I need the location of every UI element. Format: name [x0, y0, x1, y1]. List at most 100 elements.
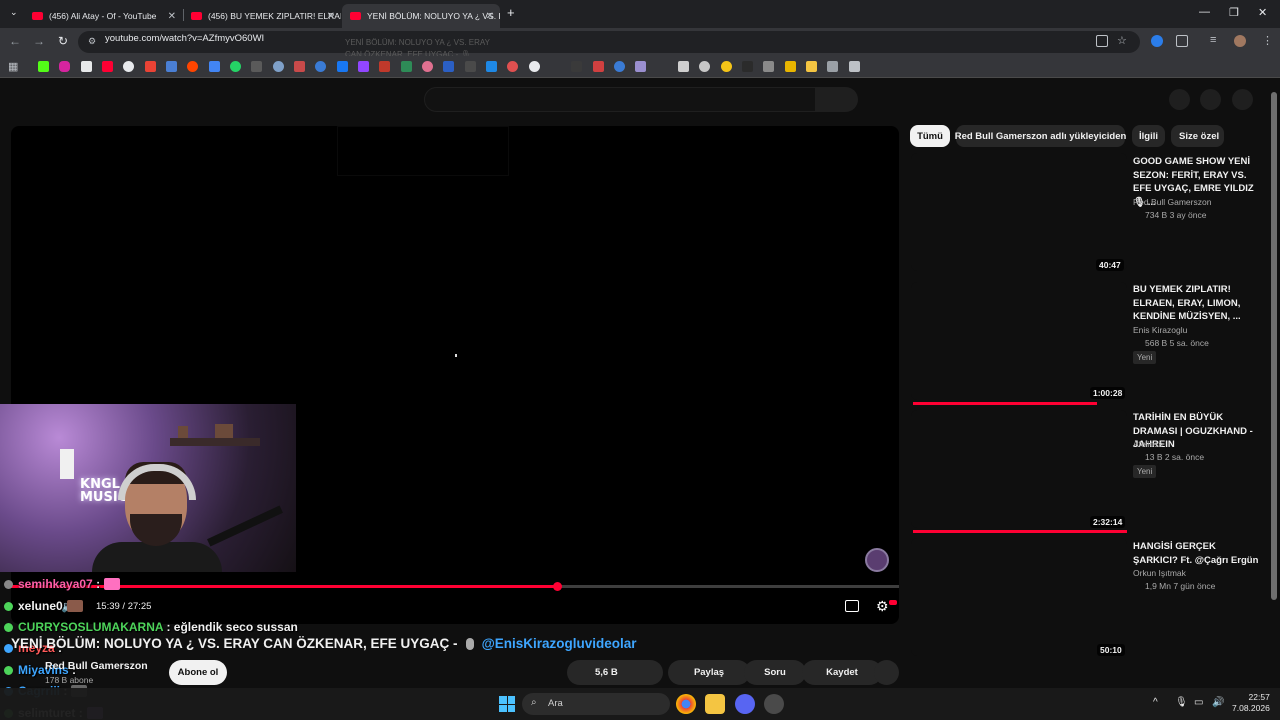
bookmark-google-icon[interactable]: [123, 61, 134, 72]
bookmark-s-icon[interactable]: [251, 61, 262, 72]
subtitles-icon[interactable]: [845, 600, 859, 612]
minimize-icon[interactable]: —: [1199, 6, 1210, 18]
back-arrow-icon[interactable]: ←: [9, 34, 21, 48]
cast-icon[interactable]: [1096, 35, 1108, 47]
create-button[interactable]: [1169, 89, 1190, 110]
more-actions-button[interactable]: [874, 660, 899, 685]
channel-watermark-logo[interactable]: [865, 548, 889, 572]
settings-gear-icon[interactable]: ⚙: [876, 598, 889, 615]
bookmark-instagram-icon[interactable]: [59, 61, 70, 72]
chip-all[interactable]: Tümü: [910, 125, 950, 147]
bookmark-chart-icon[interactable]: [593, 61, 604, 72]
chip-related[interactable]: İlgili: [1132, 125, 1165, 147]
bookmark-x-icon[interactable]: [81, 61, 92, 72]
bookmark-star-icon[interactable]: ☆: [1117, 34, 1127, 47]
profile-avatar[interactable]: [1234, 35, 1246, 47]
windows-start-icon[interactable]: [499, 696, 515, 712]
bookmark-yellow-icon[interactable]: [721, 61, 732, 72]
bookmark-globe-icon[interactable]: [273, 61, 284, 72]
related-video-title[interactable]: HANGİSİ GERÇEK ŞARKICI? Ft. @Çağrı Ergün: [1133, 540, 1263, 567]
like-button[interactable]: 5,6 B: [567, 660, 663, 685]
bookmark-twitch-icon[interactable]: [358, 61, 369, 72]
related-video-channel[interactable]: Afelioss: [1133, 439, 1163, 449]
mention-link[interactable]: @EnisKirazogluvideolar: [482, 636, 637, 651]
tab-search-chevron-icon[interactable]: ⌄: [10, 7, 18, 18]
bookmark-screen-icon[interactable]: [486, 61, 497, 72]
bookmark-kick-icon[interactable]: [38, 61, 49, 72]
bookmark-chess-icon[interactable]: [529, 61, 540, 72]
bookmark-b-icon[interactable]: [443, 61, 454, 72]
bookmark-green-icon[interactable]: [401, 61, 412, 72]
taskbar-clock[interactable]: 22:57 7.08.2026: [1232, 692, 1270, 714]
bookmark-folder-icon[interactable]: [806, 61, 817, 72]
microphone-tray-icon[interactable]: 🎙: [1175, 697, 1188, 708]
forward-arrow-icon[interactable]: →: [33, 34, 45, 48]
account-avatar[interactable]: [1232, 89, 1253, 110]
close-window-icon[interactable]: ✕: [1258, 6, 1267, 19]
bookmark-grid-icon[interactable]: [849, 61, 860, 72]
extensions-puzzle-icon[interactable]: [1176, 35, 1188, 47]
extension-shield-icon[interactable]: [1151, 35, 1163, 47]
related-video-channel[interactable]: Enis Kirazoglu: [1133, 325, 1187, 335]
youtube-search-input[interactable]: [424, 87, 816, 112]
chip-for-you[interactable]: Size özel: [1171, 125, 1224, 147]
tab-close-icon[interactable]: ✕: [486, 11, 494, 22]
subscribe-button[interactable]: Abone ol: [169, 660, 227, 685]
bookmark-mail-icon[interactable]: [827, 61, 838, 72]
related-video-thumbnail[interactable]: [911, 410, 1127, 528]
bookmark-translate-icon[interactable]: [209, 61, 220, 72]
browser-menu-icon[interactable]: ⋮: [1262, 34, 1273, 47]
bookmark-red-icon[interactable]: [379, 61, 390, 72]
bookmark-play-icon[interactable]: [315, 61, 326, 72]
notifications-button[interactable]: [1200, 89, 1221, 110]
tray-chevron-icon[interactable]: ^: [1153, 697, 1158, 708]
bookmark-whatsapp-icon[interactable]: [230, 61, 241, 72]
bookmark-tbt-icon[interactable]: [785, 61, 796, 72]
tab-yeni-bolum-active[interactable]: YENİ BÖLÜM: NOLUYO YA ¿ VS. ERAY ✕: [342, 4, 500, 28]
bookmark-youtube-icon[interactable]: [102, 61, 113, 72]
bookmark-store-icon[interactable]: [294, 61, 305, 72]
bookmark-dark-icon[interactable]: [571, 61, 582, 72]
maximize-icon[interactable]: ❐: [1229, 6, 1239, 19]
reload-icon[interactable]: ↻: [58, 34, 68, 48]
file-explorer-icon[interactable]: [705, 694, 725, 714]
channel-name[interactable]: Red Bull Gamerszon: [45, 660, 148, 672]
steam-icon[interactable]: [764, 694, 784, 714]
apps-grid-icon[interactable]: ▦: [8, 60, 18, 73]
bookmark-arrow-icon[interactable]: [465, 61, 476, 72]
reading-list-icon[interactable]: ≡: [1210, 34, 1216, 46]
share-button[interactable]: Paylaş: [668, 660, 750, 685]
related-video-channel[interactable]: Orkun Işıtmak: [1133, 568, 1186, 578]
tab-ali-atay[interactable]: (456) Ali Atay - Of - YouTube ✕: [24, 4, 182, 28]
bookmark-facebook-icon[interactable]: [337, 61, 348, 72]
bookmark-reddit-icon[interactable]: [187, 61, 198, 72]
volume-tray-icon[interactable]: 🔊: [1212, 697, 1224, 708]
related-video-channel[interactable]: Red Bull Gamerszon: [1133, 197, 1211, 207]
tab-bu-yemek[interactable]: (456) BU YEMEK ZIPLATIR! ELRAEN ✕: [183, 4, 341, 28]
bookmark-cloud-icon[interactable]: [166, 61, 177, 72]
chip-from-uploader[interactable]: Red Bull Gamerszon adlı yükleyiciden: [955, 125, 1126, 147]
new-tab-plus-icon[interactable]: +: [507, 5, 515, 20]
youtube-search-button[interactable]: [816, 87, 858, 112]
taskbar-search-box[interactable]: [522, 693, 670, 715]
save-button[interactable]: Kaydet: [802, 660, 882, 685]
bookmark-k-icon[interactable]: [742, 61, 753, 72]
chrome-taskbar-icon[interactable]: [676, 694, 696, 714]
bookmark-lilac-icon[interactable]: [635, 61, 646, 72]
related-video-thumbnail[interactable]: [911, 538, 1127, 656]
bookmark-stack-icon[interactable]: [699, 61, 710, 72]
ask-button[interactable]: Soru: [744, 660, 806, 685]
tab-close-icon[interactable]: ✕: [168, 11, 176, 22]
site-info-icon[interactable]: ⚙: [88, 36, 96, 47]
related-video-thumbnail[interactable]: [911, 153, 1127, 271]
url-text[interactable]: youtube.com/watch?v=AZfmyvO60WI: [105, 33, 264, 44]
discord-icon[interactable]: [735, 694, 755, 714]
tab-close-icon[interactable]: ✕: [327, 11, 335, 22]
page-scrollbar[interactable]: [1271, 92, 1277, 600]
bookmark-pink-icon[interactable]: [422, 61, 433, 72]
bookmark-tool-icon[interactable]: [763, 61, 774, 72]
bookmark-blue-icon[interactable]: [614, 61, 625, 72]
display-tray-icon[interactable]: ▭: [1194, 697, 1203, 708]
related-video-thumbnail[interactable]: [911, 282, 1127, 400]
bookmark-gauge-icon[interactable]: [507, 61, 518, 72]
